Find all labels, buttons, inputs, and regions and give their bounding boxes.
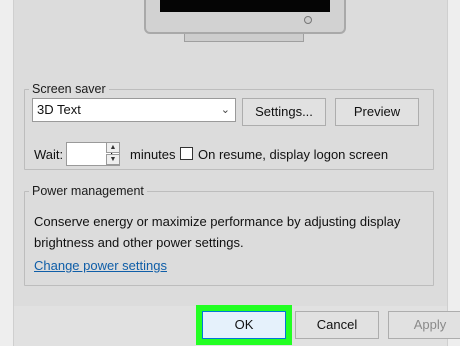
settings-button[interactable]: Settings... — [242, 98, 326, 126]
screen-saver-select-value: 3D Text — [37, 102, 81, 117]
power-management-description: Conserve energy or maximize performance … — [34, 214, 401, 250]
ok-button[interactable]: OK — [196, 305, 292, 345]
change-power-settings-link[interactable]: Change power settings — [34, 258, 167, 273]
spin-up-icon[interactable]: ▲ — [106, 142, 120, 153]
monitor-power-led-icon — [304, 16, 312, 24]
preview-button[interactable]: Preview — [335, 98, 419, 126]
screen-saver-group-label: Screen saver — [32, 82, 106, 96]
window-left-border — [0, 0, 14, 346]
wait-label: Wait: — [34, 147, 64, 162]
chevron-down-icon: ⌄ — [220, 104, 230, 116]
monitor-stand — [184, 34, 304, 42]
screen-saver-select[interactable]: 3D Text ⌄ — [32, 98, 236, 122]
spin-down-icon[interactable]: ▼ — [106, 154, 120, 165]
apply-button[interactable]: Apply — [388, 311, 460, 339]
minutes-label: minutes — [130, 147, 176, 162]
monitor-preview — [144, 0, 346, 34]
screen-saver-settings-window: Screen saver Power management 3D Text ⌄ … — [0, 0, 460, 346]
resume-logon-label[interactable]: On resume, display logon screen — [198, 147, 388, 162]
window-right-border — [447, 0, 460, 346]
dialog-panel: Screen saver Power management 3D Text ⌄ … — [14, 0, 447, 306]
cancel-button[interactable]: Cancel — [295, 311, 379, 339]
resume-logon-checkbox[interactable] — [180, 147, 193, 160]
power-management-group-label: Power management — [32, 184, 144, 198]
monitor-screen — [160, 0, 330, 12]
